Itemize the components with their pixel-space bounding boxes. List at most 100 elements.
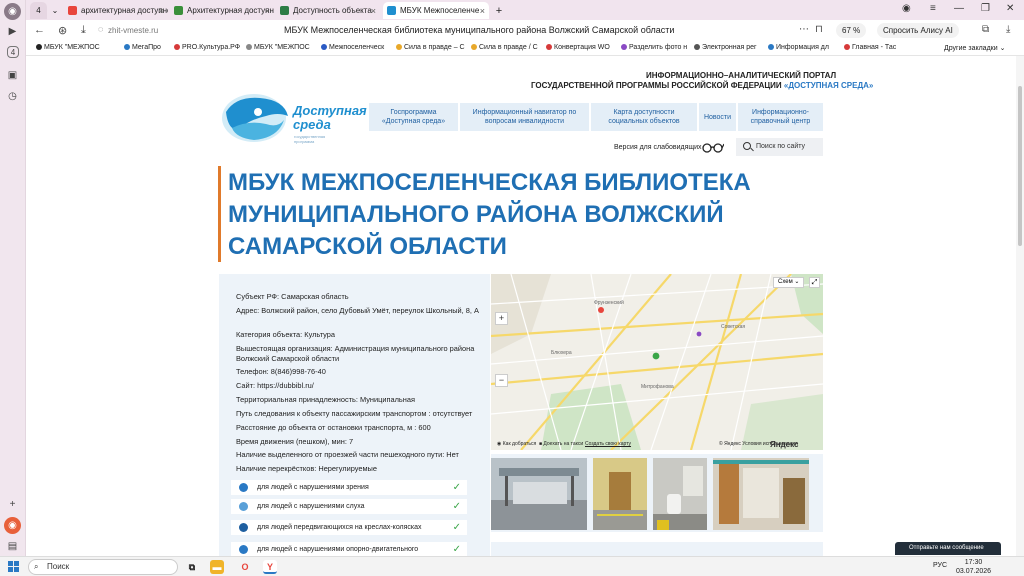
field-crossings: Наличие перекрёстков: Нерегулируемые (236, 464, 377, 473)
bookmark-item[interactable]: PRO.Культура.РФ (174, 44, 240, 51)
profile-avatar[interactable]: ◉ (4, 3, 21, 20)
scrollbar-thumb[interactable] (1018, 86, 1022, 246)
menu-item-news[interactable]: Новости (699, 103, 736, 131)
extensions-icon[interactable]: ⧉ (982, 24, 989, 35)
close-icon[interactable]: × (371, 6, 376, 16)
site-search-input[interactable]: Поиск по сайту (736, 138, 823, 156)
map-label: Советская (721, 324, 746, 330)
bookmark-item[interactable]: Межпоселенческ (321, 44, 384, 51)
close-window-icon[interactable]: ✕ (1006, 3, 1014, 14)
tab-count-icon[interactable]: 4 (7, 46, 19, 58)
route-button[interactable]: ◉ Как добраться (497, 441, 536, 447)
bookmark-item[interactable]: Конвертация WO (546, 44, 610, 51)
create-map-link[interactable]: Создать свою карту (585, 441, 631, 447)
menu-item-info-center[interactable]: Информационно-справочный центр (738, 103, 823, 131)
file-explorer-icon[interactable]: ▬ (210, 560, 224, 574)
bookmark-item[interactable]: МБУК "МЕЖПОС (36, 44, 100, 51)
site-info-icon[interactable]: ◌ (98, 24, 103, 34)
menu-icon[interactable]: ≡ (930, 3, 936, 14)
avatar-icon[interactable]: ◉ (902, 3, 911, 14)
alice-button[interactable]: Спросить Алису AI (877, 23, 959, 38)
task-view-icon[interactable]: ⧉ (185, 560, 199, 574)
opera-icon[interactable]: O (238, 560, 252, 574)
bookmark-item[interactable]: Разделить фото н (621, 44, 687, 51)
photo-thumbnail[interactable] (713, 458, 809, 530)
tab-4-active[interactable]: МБУК Межпоселенче × (383, 2, 489, 19)
field-address: Адрес: Волжский район, село Дубовый Умёт… (236, 306, 479, 315)
next-section-strip (491, 542, 823, 556)
tab-3[interactable]: Доступность объекта × (276, 2, 380, 19)
close-icon[interactable]: × (159, 6, 164, 16)
menu-item-accessibility-map[interactable]: Карта доступности социальных объектов (591, 103, 697, 131)
check-icon: ✓ (452, 522, 461, 533)
site-favicon-icon (387, 6, 396, 15)
close-icon[interactable]: × (480, 6, 485, 16)
close-icon[interactable]: × (265, 6, 270, 16)
bookmark-item[interactable]: Информация дл (768, 44, 829, 51)
tab-2[interactable]: Архитектурная доступно × (170, 2, 274, 19)
panel-settings-icon[interactable]: ▤ (4, 538, 21, 555)
taxi-button[interactable]: ■ Доехать на такси (539, 441, 583, 447)
other-bookmarks[interactable]: Другие закладки ⌄ (944, 44, 1005, 52)
zoom-out-button[interactable]: − (495, 374, 508, 387)
accessibility-vision[interactable]: для людей с нарушениями зрения ✓ (231, 480, 467, 495)
yandex-map[interactable]: Фрунзенский Советская Митрофанова Блюхер… (491, 274, 823, 450)
windows-taskbar: ⌕ Поиск ⧉ ▬ O Y РУС 17:30 03.07.2026 (0, 556, 1024, 576)
protect-icon[interactable]: ⊛ (58, 24, 67, 37)
field-transport-route: Путь следования к объекту пассажирским т… (236, 409, 473, 418)
field-website[interactable]: Сайт: https://dubbibl.ru/ (236, 381, 480, 391)
windows-start-icon[interactable] (8, 561, 19, 572)
history-icon[interactable]: ◷ (4, 88, 21, 105)
more-icon[interactable]: ⋯ (799, 24, 809, 35)
keyboard-language[interactable]: РУС (933, 562, 947, 569)
bookmark-icon[interactable]: ⊓ (815, 24, 823, 35)
restore-icon[interactable]: ❐ (981, 3, 990, 14)
accessibility-mobility[interactable]: для людей с нарушениями опорно-двигатель… (231, 542, 467, 556)
low-vision-link[interactable]: Версия для слабовидящих (614, 144, 702, 151)
tab-list-chevron-icon[interactable]: ⌄ (48, 2, 62, 19)
eye-icon (239, 483, 248, 492)
zoom-in-button[interactable]: + (495, 312, 508, 325)
system-clock[interactable]: 17:30 03.07.2026 (956, 558, 991, 576)
url-text[interactable]: zhit-vmeste.ru (108, 26, 158, 35)
photo-thumbnail[interactable] (491, 458, 587, 530)
feedback-message-button[interactable]: Отправьте нам сообщение (895, 542, 1001, 555)
map-tiles (491, 274, 823, 450)
bookmark-item[interactable]: Сила в правде / С (471, 44, 538, 51)
fullscreen-icon[interactable]: ⤢ (809, 277, 820, 288)
minimize-icon[interactable]: — (954, 3, 964, 14)
tab-group-badge[interactable]: 4 (30, 2, 47, 19)
collections-icon[interactable]: ▣ (4, 67, 21, 84)
add-panel-icon[interactable]: + (4, 496, 21, 513)
bookmark-item[interactable]: Электронная рег (694, 44, 757, 51)
zoom-level[interactable]: 67 % (836, 23, 867, 38)
field-parent-org: Вышестоящая организация: Администрация м… (236, 344, 475, 363)
tab-1[interactable]: архитектурная доступно × (64, 2, 168, 19)
menu-item-gosprogramma[interactable]: Госпрограмма «Доступная среда» (369, 103, 458, 131)
bookmark-item[interactable]: Сила в правде – С (396, 44, 465, 51)
map-layers-button[interactable]: Схем ⌄ (773, 277, 805, 288)
photo-thumbnail[interactable] (593, 458, 647, 530)
glasses-icon[interactable] (702, 142, 724, 153)
photo-thumbnail[interactable] (653, 458, 707, 530)
play-icon[interactable]: ▶ (4, 23, 21, 40)
accessibility-wheelchair[interactable]: для людей передвигающихся на креслах-кол… (231, 520, 467, 535)
menu-item-navigator[interactable]: Информационный навигатор по вопросам инв… (460, 103, 589, 131)
accessibility-hearing[interactable]: для людей с нарушениями слуха ✓ (231, 499, 467, 514)
new-tab-icon[interactable]: + (492, 2, 506, 19)
app-icon[interactable]: ◉ (4, 517, 21, 534)
site-favicon-icon (174, 6, 183, 15)
page-scrollbar[interactable] (1016, 56, 1024, 556)
bookmark-item[interactable]: Главная - Тас (844, 44, 896, 51)
bookmark-item[interactable]: МегаПро (124, 44, 161, 51)
map-brand[interactable]: Яндекс Карты (770, 440, 823, 450)
yandex-browser-icon[interactable]: Y (263, 560, 277, 574)
object-info-panel: Субъект РФ: Самарская область Адрес: Вол… (219, 274, 490, 556)
back-icon[interactable]: ← (34, 24, 45, 36)
downloads-icon[interactable]: ⤓ (1006, 24, 1010, 35)
site-favicon-icon (280, 6, 289, 15)
bookmark-item[interactable]: МБУК "МЕЖПОС (246, 44, 310, 51)
photo-gallery (491, 454, 823, 532)
taskbar-search-input[interactable]: ⌕ Поиск (28, 559, 178, 575)
download-icon[interactable]: ⤓ (81, 24, 86, 37)
